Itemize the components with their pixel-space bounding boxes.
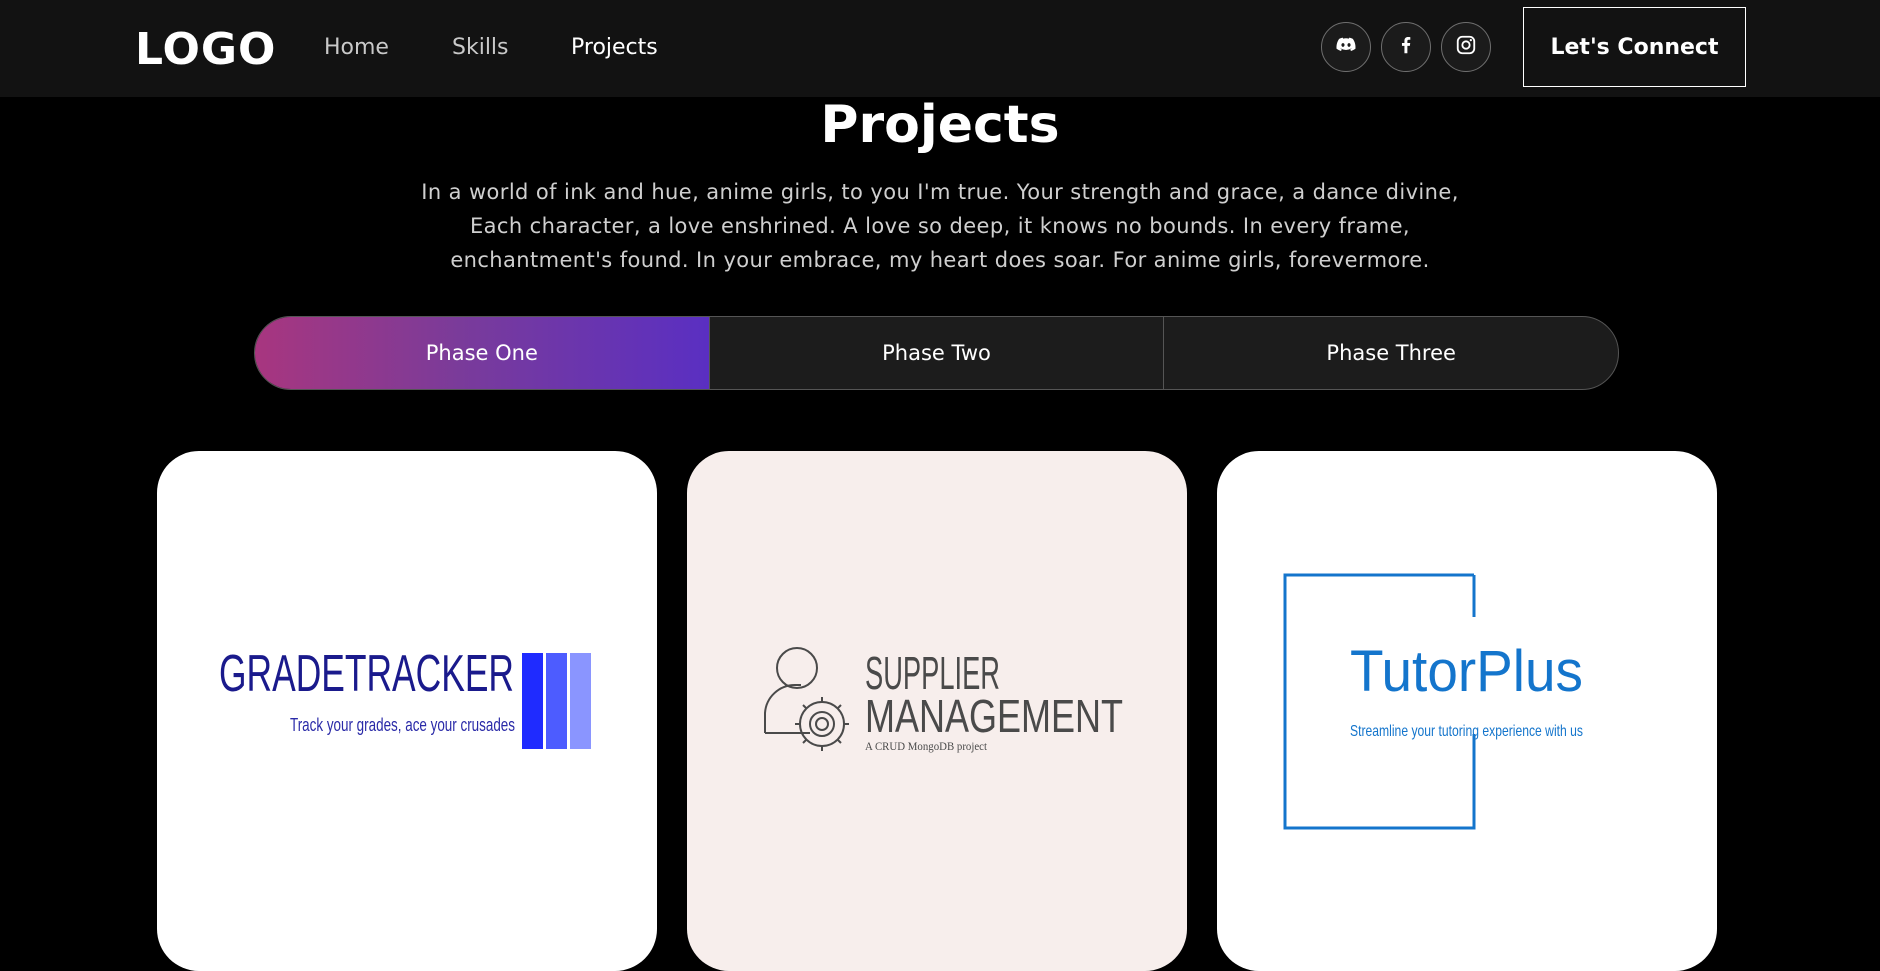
supplier-tagline: A CRUD MongoDB project [865, 739, 988, 753]
discord-button[interactable] [1321, 22, 1371, 72]
lets-connect-button[interactable]: Let's Connect [1523, 7, 1746, 87]
project-card-tutorplus[interactable]: TutorPlus Streamline your tutoring exper… [1217, 451, 1717, 971]
tutorplus-tagline: Streamline your tutoring experience with… [1350, 723, 1583, 740]
nav-link-projects[interactable]: Projects [571, 34, 658, 62]
nav-link-home[interactable]: Home [324, 34, 389, 62]
project-card-supplier-management[interactable]: SUPPLIER MANAGEMENT A CRUD MongoDB proje… [687, 451, 1187, 971]
gradetracker-bar-icon [522, 653, 543, 749]
project-card-gradetracker[interactable]: GRADETRACKER Track your grades, ace your… [157, 451, 657, 971]
tab-phase-one[interactable]: Phase One [255, 317, 710, 389]
gradetracker-tagline: Track your grades, ace your crusades [290, 715, 515, 735]
supplier-title-line2: MANAGEMENT [865, 690, 1123, 742]
tab-phase-three[interactable]: Phase Three [1164, 317, 1618, 389]
logo[interactable]: LOGO [135, 24, 276, 76]
discord-icon [1335, 34, 1357, 60]
instagram-icon [1455, 34, 1477, 60]
tutorplus-title: TutorPlus [1350, 639, 1583, 704]
facebook-icon [1395, 34, 1417, 60]
user-gear-icon [764, 647, 849, 751]
phase-tabs: Phase One Phase Two Phase Three [254, 316, 1619, 390]
tab-phase-two[interactable]: Phase Two [710, 317, 1165, 389]
supplier-management-logo: SUPPLIER MANAGEMENT A CRUD MongoDB proje… [764, 647, 1123, 753]
tutorplus-logo: TutorPlus Streamline your tutoring exper… [1283, 573, 1583, 830]
instagram-button[interactable] [1441, 22, 1491, 72]
nav-link-skills[interactable]: Skills [452, 34, 509, 62]
gradetracker-title: GRADETRACKER [219, 645, 514, 703]
projects-description: In a world of ink and hue, anime girls, … [421, 180, 1459, 272]
page-title: Projects [820, 95, 1060, 155]
top-navbar: LOGO Home Skills Projects Let's Connect [0, 0, 1880, 97]
gradetracker-logo: GRADETRACKER Track your grades, ace your… [219, 645, 591, 749]
facebook-button[interactable] [1381, 22, 1431, 72]
